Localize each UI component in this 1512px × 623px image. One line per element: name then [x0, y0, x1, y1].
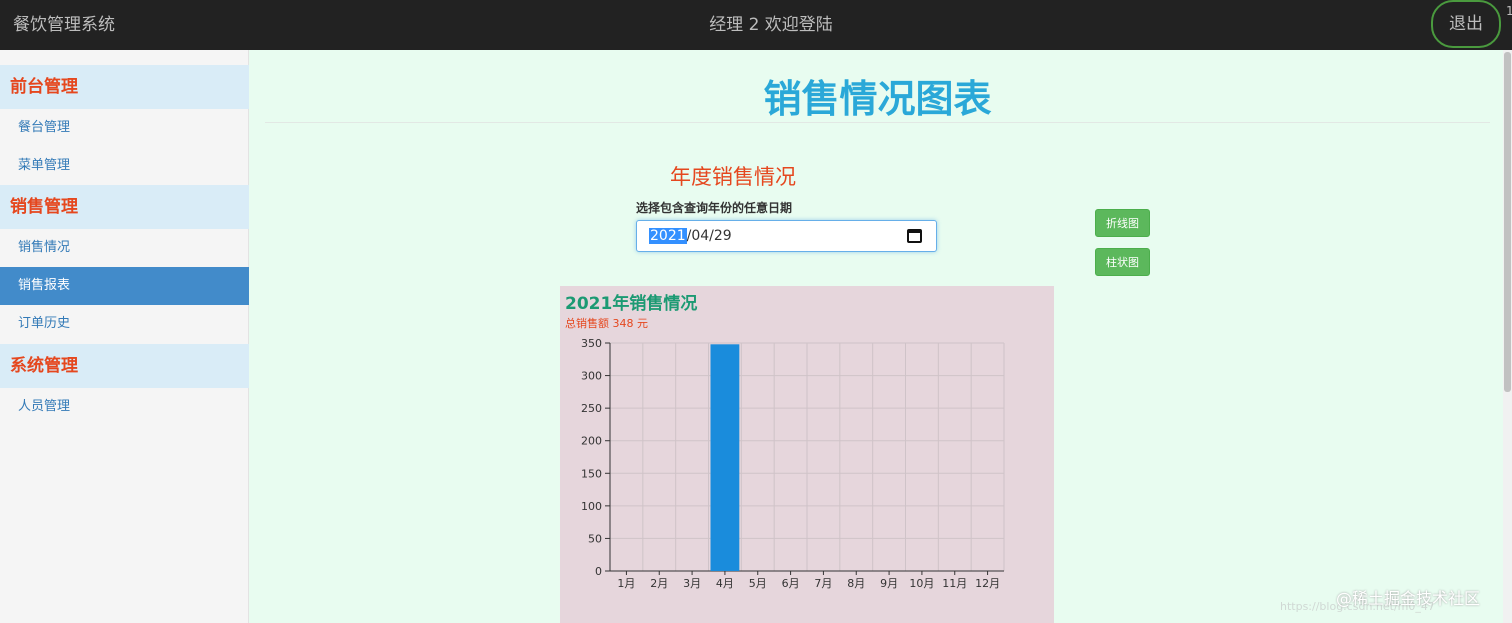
welcome-text: 经理 2 欢迎登陆 [709, 15, 833, 35]
sidebar-section-system[interactable]: 系统管理 [0, 344, 249, 388]
title-divider [265, 122, 1490, 123]
sidebar-item-sales-status[interactable]: 销售情况 [0, 229, 249, 267]
sidebar-item-order-history[interactable]: 订单历史 [0, 305, 249, 343]
chart-card: 2021年销售情况 总销售额 348 元 0 50 100 150 200 250 300 3… [560, 286, 1054, 623]
sidebar-section-sales[interactable]: 销售管理 [0, 185, 249, 229]
sidebar-item-staff[interactable]: 人员管理 [0, 388, 249, 426]
x-tick-label: 12月 [975, 577, 1000, 590]
bar-chart: 0 50 100 150 200 250 300 350 1月 2月 3月 4月 5月 6月 7月 8月 9月 1… [581, 337, 1005, 590]
page-title: 销售情况图表 [763, 77, 992, 121]
sidebar-section-frontdesk[interactable]: 前台管理 [0, 65, 249, 109]
sidebar-item-sales-report[interactable]: 销售报表 [0, 267, 249, 305]
sidebar: 前台管理 餐台管理 菜单管理 销售管理 销售情况 销售报表 订单历史 系统管理 … [0, 50, 249, 623]
x-tick-label: 11月 [942, 577, 967, 590]
section-subtitle: 年度销售情况 [670, 165, 796, 189]
top-navbar: 餐饮管理系统 经理 2 欢迎登陆 退出 1 [0, 0, 1512, 50]
scrollbar-thumb[interactable] [1504, 52, 1511, 392]
x-tick-label: 2月 [650, 577, 668, 590]
x-tick-label: 1月 [617, 577, 635, 590]
page-scrollbar[interactable] [1503, 50, 1512, 623]
logout-button[interactable]: 退出 [1431, 0, 1501, 48]
y-tick-label: 100 [581, 500, 602, 513]
x-tick-label: 8月 [847, 577, 865, 590]
sidebar-item-menu[interactable]: 菜单管理 [0, 147, 249, 185]
y-tick-label: 200 [581, 435, 602, 448]
line-chart-button[interactable]: 折线图 [1095, 209, 1150, 237]
y-tick-label: 50 [588, 532, 602, 545]
x-tick-label: 7月 [814, 577, 832, 590]
x-tick-label: 5月 [749, 577, 767, 590]
bar-chart-button[interactable]: 柱状图 [1095, 248, 1150, 276]
bar [710, 344, 740, 571]
date-rest: /04/29 [686, 228, 732, 244]
date-input[interactable]: 2021/04/29 [636, 220, 937, 252]
watermark: @稀土掘金技术社区 [1336, 589, 1481, 608]
y-tick-label: 250 [581, 402, 602, 415]
date-field-label: 选择包含查询年份的任意日期 [636, 201, 793, 215]
calendar-icon[interactable] [907, 229, 922, 243]
x-tick-label: 9月 [880, 577, 898, 590]
y-tick-label: 150 [581, 467, 602, 480]
date-value: 2021/04/29 [649, 228, 732, 244]
y-tick-label: 0 [595, 565, 602, 578]
y-tick-label: 300 [581, 370, 602, 383]
x-tick-label: 6月 [782, 577, 800, 590]
x-tick-label: 10月 [909, 577, 934, 590]
x-tick-label: 3月 [683, 577, 701, 590]
sidebar-item-tables[interactable]: 餐台管理 [0, 109, 249, 147]
y-tick-label: 350 [581, 337, 602, 350]
date-year-selected: 2021 [649, 228, 687, 244]
x-tick-label: 4月 [716, 577, 734, 590]
corner-mark: 1 [1506, 4, 1512, 18]
